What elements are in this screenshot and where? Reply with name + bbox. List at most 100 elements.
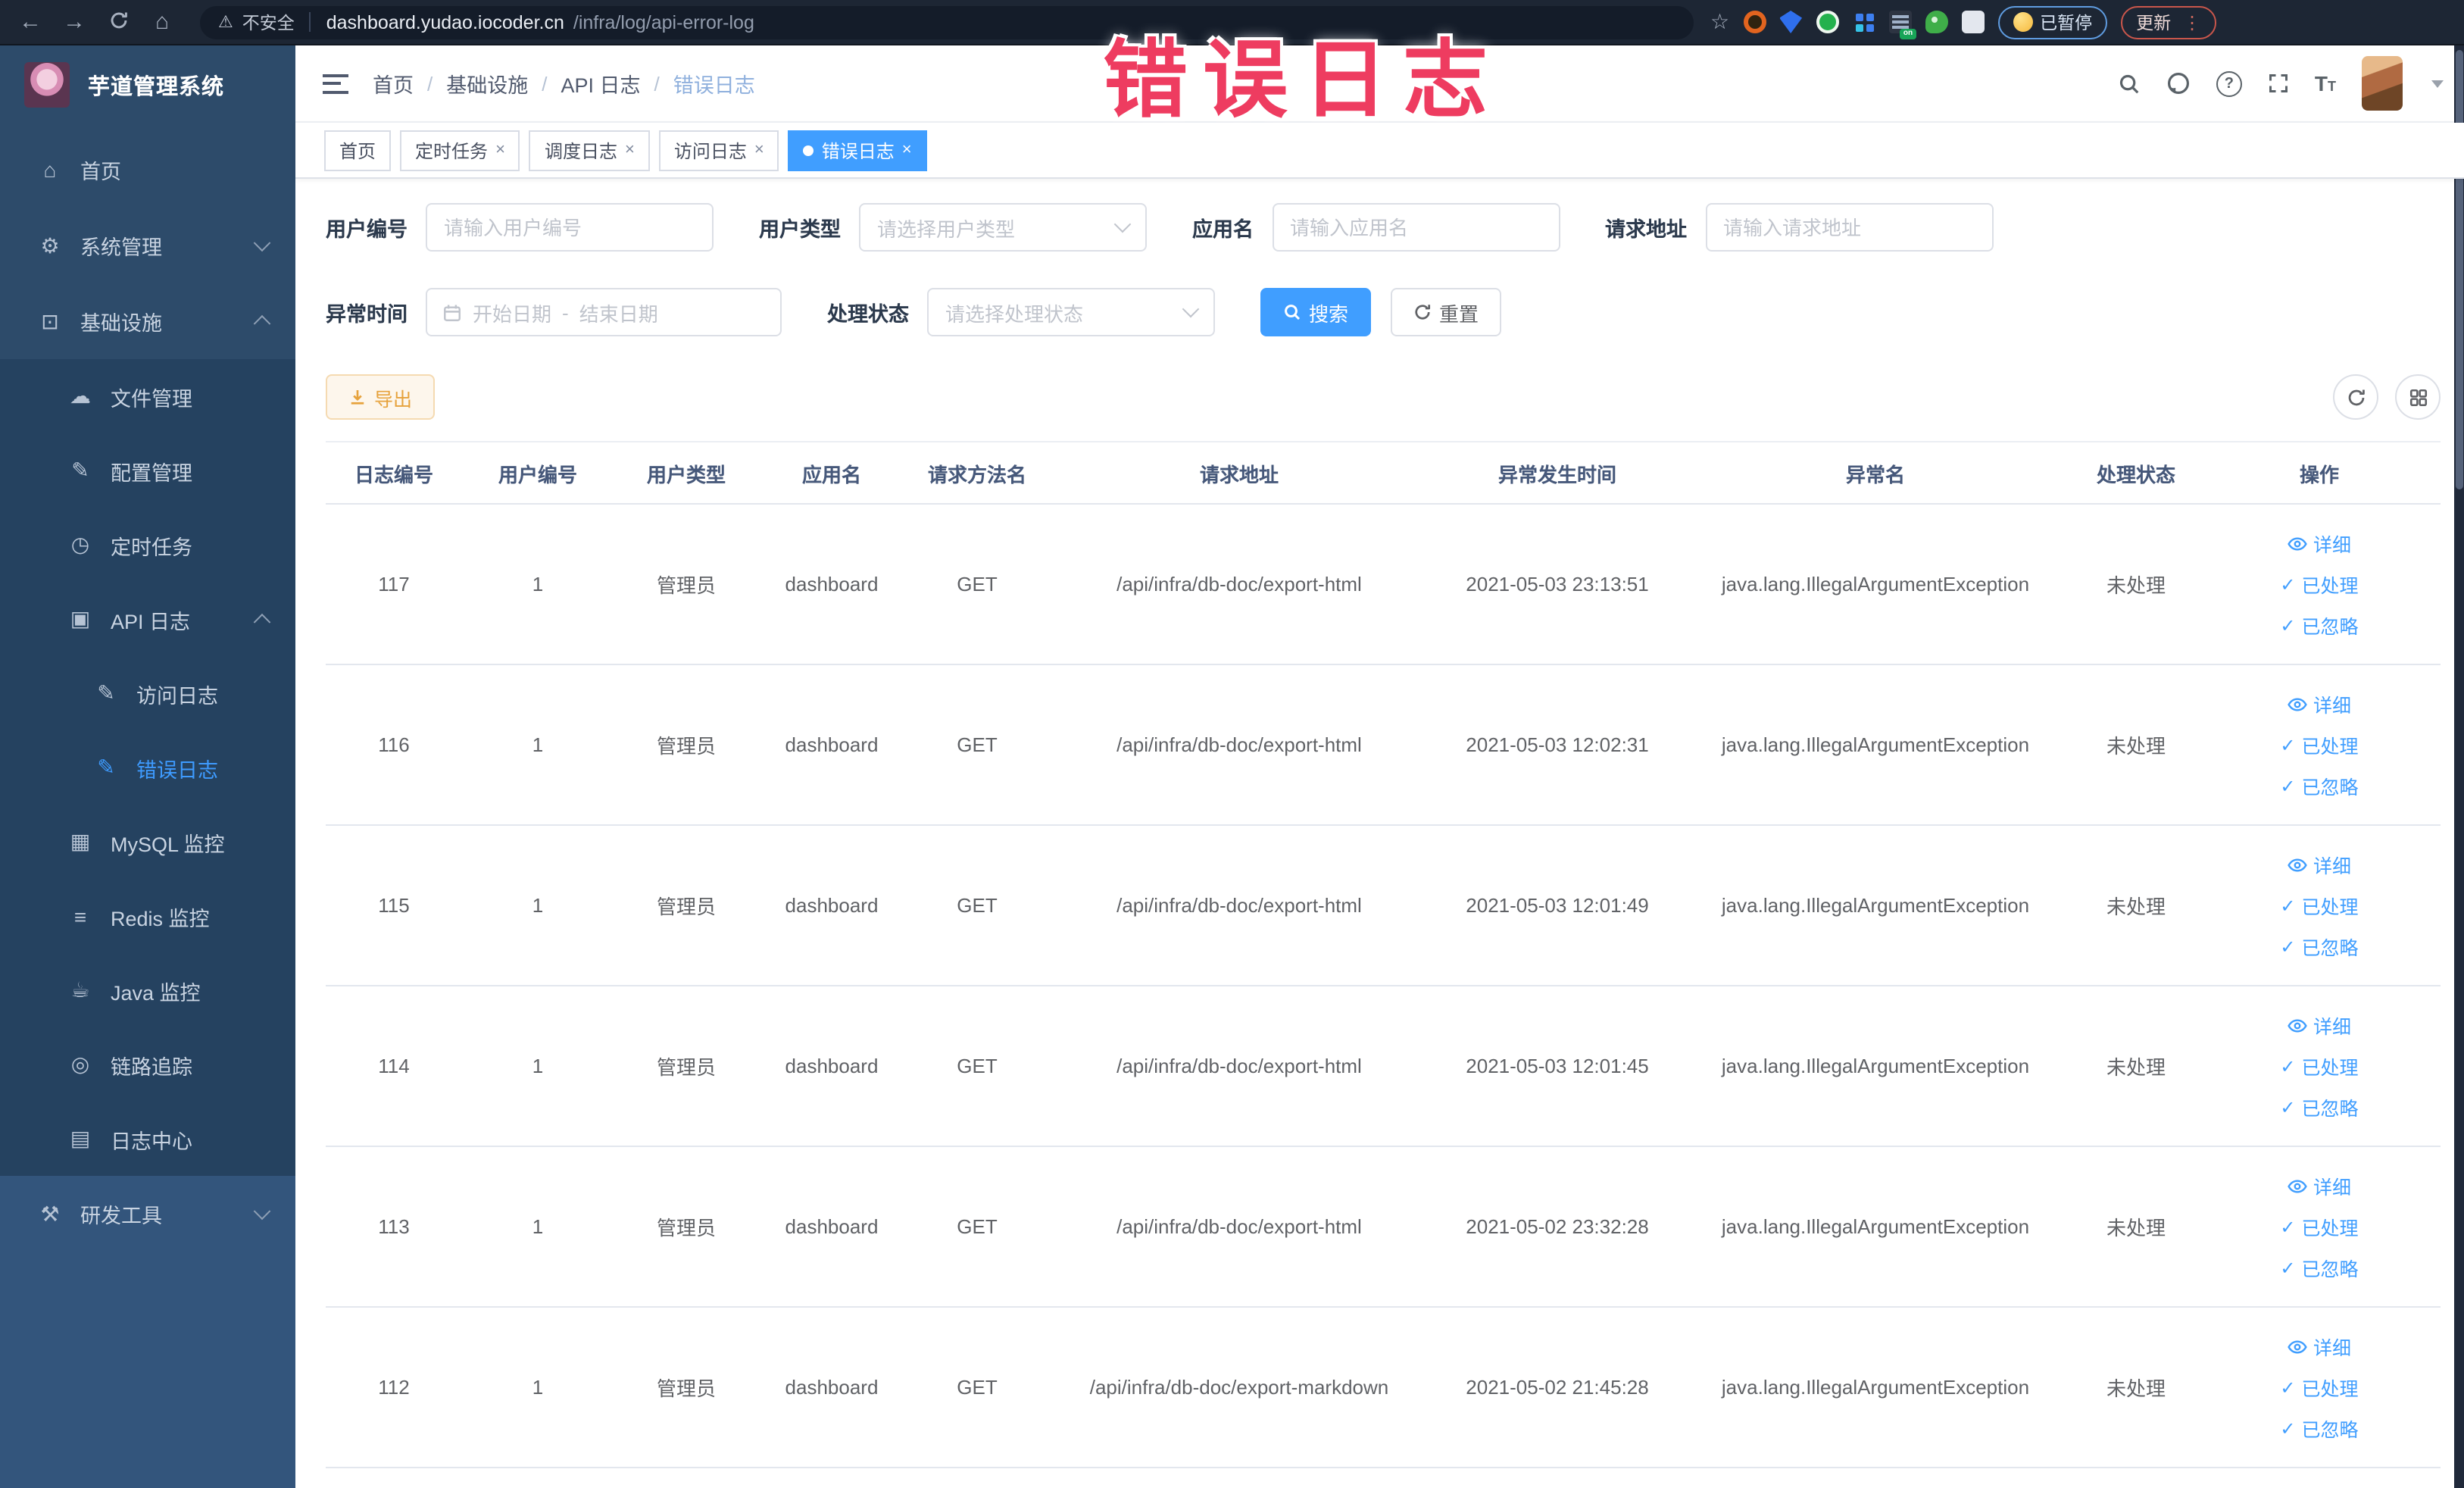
mark-ignored-link[interactable]: ✓ 已忽略: [2280, 1093, 2358, 1121]
sidebar-item-错误日志[interactable]: ✎ 错误日志: [0, 730, 295, 805]
sidebar-item-Redis 监控[interactable]: ≡ Redis 监控: [0, 879, 295, 953]
mark-ignored-link[interactable]: ✓ 已忽略: [2280, 611, 2358, 639]
detail-link[interactable]: 详细: [2288, 1332, 2351, 1361]
mark-processed-link[interactable]: ✓ 已处理: [2280, 891, 2358, 920]
extension-icon[interactable]: [1852, 11, 1875, 33]
mark-processed-link[interactable]: ✓ 已处理: [2280, 1052, 2358, 1080]
breadcrumb-item[interactable]: 基础设施: [446, 68, 528, 98]
mark-processed-link[interactable]: ✓ 已处理: [2280, 730, 2358, 759]
export-button[interactable]: 导出: [326, 374, 436, 420]
github-icon[interactable]: [2166, 71, 2191, 95]
request-url-input[interactable]: [1705, 203, 1993, 252]
cell-user-type: 管理员: [656, 574, 716, 597]
breadcrumb-item[interactable]: API 日志: [561, 68, 641, 98]
breadcrumb-separator: /: [427, 72, 433, 95]
log-center-icon: ▤: [70, 1126, 91, 1150]
close-icon[interactable]: ×: [625, 141, 635, 158]
process-status-select[interactable]: 请选择处理状态: [927, 288, 1215, 336]
sidebar-item-API 日志[interactable]: ▣ API 日志: [0, 582, 295, 656]
tab-错误日志[interactable]: 错误日志 ×: [788, 130, 927, 170]
detail-link[interactable]: 详细: [2288, 689, 2351, 718]
page-scrollbar[interactable]: [2454, 44, 2464, 1488]
sidebar-item-访问日志[interactable]: ✎ 访问日志: [0, 656, 295, 730]
mark-processed-link[interactable]: ✓ 已处理: [2280, 1212, 2358, 1241]
home-icon[interactable]: ⌂: [147, 11, 177, 33]
app-name-input[interactable]: [1272, 203, 1560, 252]
refresh-button[interactable]: [2333, 374, 2378, 420]
download-icon: [351, 390, 364, 405]
eye-icon: [2288, 1018, 2307, 1032]
close-icon[interactable]: ×: [754, 141, 764, 158]
sidebar-item-链路追踪[interactable]: ◎ 链路追踪: [0, 1027, 295, 1102]
forward-icon[interactable]: →: [59, 11, 89, 33]
paused-extension-badge[interactable]: 已暂停: [1997, 5, 2108, 39]
user-id-input[interactable]: [426, 203, 714, 252]
bookmark-star-icon[interactable]: ☆: [1710, 9, 1729, 35]
mark-ignored-link[interactable]: ✓ 已忽略: [2280, 1414, 2358, 1443]
collapse-sidebar-icon[interactable]: [323, 73, 348, 93]
cell-method: GET: [957, 573, 998, 596]
close-icon[interactable]: ×: [495, 141, 505, 158]
app-title: 芋道管理系统: [88, 75, 224, 99]
breadcrumb-item[interactable]: 首页: [373, 68, 414, 98]
cell-user-id: 1: [532, 894, 544, 917]
mark-ignored-link[interactable]: ✓ 已忽略: [2280, 1253, 2358, 1282]
mark-ignored-link[interactable]: ✓ 已忽略: [2280, 771, 2358, 800]
tab-label: 错误日志: [821, 140, 895, 161]
mark-ignored-link[interactable]: ✓ 已忽略: [2280, 932, 2358, 961]
detail-link[interactable]: 详细: [2288, 1011, 2351, 1039]
search-icon[interactable]: [2118, 72, 2141, 95]
sidebar-item-MySQL 监控[interactable]: ▦ MySQL 监控: [0, 805, 295, 879]
cell-actions: 详细 ✓ 已处理 ✓ 已忽略: [2207, 1308, 2431, 1467]
font-size-icon[interactable]: TT: [2315, 71, 2336, 95]
sidebar-item-基础设施[interactable]: ⊡ 基础设施: [0, 283, 295, 359]
sidebar-item-系统管理[interactable]: ⚙ 系统管理: [0, 208, 295, 283]
extension-icon[interactable]: on: [1888, 11, 1916, 39]
back-icon[interactable]: ←: [15, 11, 45, 33]
sidebar-item-label: 访问日志: [136, 684, 218, 707]
sidebar-item-日志中心[interactable]: ▤ 日志中心: [0, 1102, 295, 1176]
sidebar-item-配置管理[interactable]: ✎ 配置管理: [0, 433, 295, 508]
chevron-down-icon[interactable]: [2431, 80, 2444, 87]
close-icon[interactable]: ×: [902, 141, 912, 158]
column-settings-button[interactable]: [2395, 374, 2441, 420]
eye-icon: [2288, 697, 2307, 711]
date-range-picker[interactable]: 开始日期 - 结束日期: [426, 288, 782, 336]
help-icon[interactable]: ?: [2216, 70, 2242, 96]
sidebar-item-文件管理[interactable]: ☁ 文件管理: [0, 359, 295, 433]
logo-row[interactable]: 芋道管理系统: [0, 45, 295, 124]
detail-link[interactable]: 详细: [2288, 1171, 2351, 1200]
cell-method: GET: [957, 1376, 998, 1399]
extension-icon[interactable]: [1925, 11, 1948, 33]
sidebar-item-定时任务[interactable]: ◷ 定时任务: [0, 508, 295, 582]
sidebar-item-Java 监控[interactable]: ☕ Java 监控: [0, 953, 295, 1027]
cell-exception-name: java.lang.IllegalArgumentException: [1721, 733, 2030, 756]
sidebar-menu: ⌂ 首页 ⚙ 系统管理 ⊡ 基础设施 ☁ 文件管理 ✎ 配置管理 ◷ 定时任务 …: [0, 124, 295, 1252]
user-avatar[interactable]: [2362, 56, 2403, 111]
extension-icon[interactable]: [1743, 11, 1766, 33]
kebab-menu-icon[interactable]: ⋮: [2183, 11, 2201, 33]
search-button[interactable]: 搜索: [1260, 288, 1372, 336]
reload-icon[interactable]: [103, 10, 133, 34]
tab-首页[interactable]: 首页: [324, 130, 392, 170]
extension-icon[interactable]: [1816, 11, 1839, 33]
security-label[interactable]: 不安全: [242, 10, 295, 34]
sidebar-item-首页[interactable]: ⌂ 首页: [0, 132, 295, 208]
detail-link[interactable]: 详细: [2288, 529, 2351, 558]
fullscreen-icon[interactable]: [2268, 73, 2289, 94]
browser-update-button[interactable]: 更新 ⋮: [2121, 5, 2217, 39]
extension-icon[interactable]: [1779, 11, 1803, 33]
detail-link[interactable]: 详细: [2288, 850, 2351, 879]
chevron-down-icon: [253, 234, 271, 252]
cell-user-type: 管理员: [656, 896, 716, 918]
sidebar-item-研发工具[interactable]: ⚒ 研发工具: [0, 1176, 295, 1252]
user-type-select[interactable]: 请选择用户类型: [859, 203, 1147, 252]
tab-调度日志[interactable]: 调度日志 ×: [529, 130, 650, 170]
reset-button[interactable]: 重置: [1391, 288, 1502, 336]
mark-processed-link[interactable]: ✓ 已处理: [2280, 1373, 2358, 1402]
page-content: 用户编号 用户类型 请选择用户类型 应用名: [295, 179, 2464, 1488]
tab-定时任务[interactable]: 定时任务 ×: [400, 130, 520, 170]
extension-icon[interactable]: [1961, 11, 1985, 33]
tab-访问日志[interactable]: 访问日志 ×: [658, 130, 779, 170]
mark-processed-link[interactable]: ✓ 已处理: [2280, 570, 2358, 599]
